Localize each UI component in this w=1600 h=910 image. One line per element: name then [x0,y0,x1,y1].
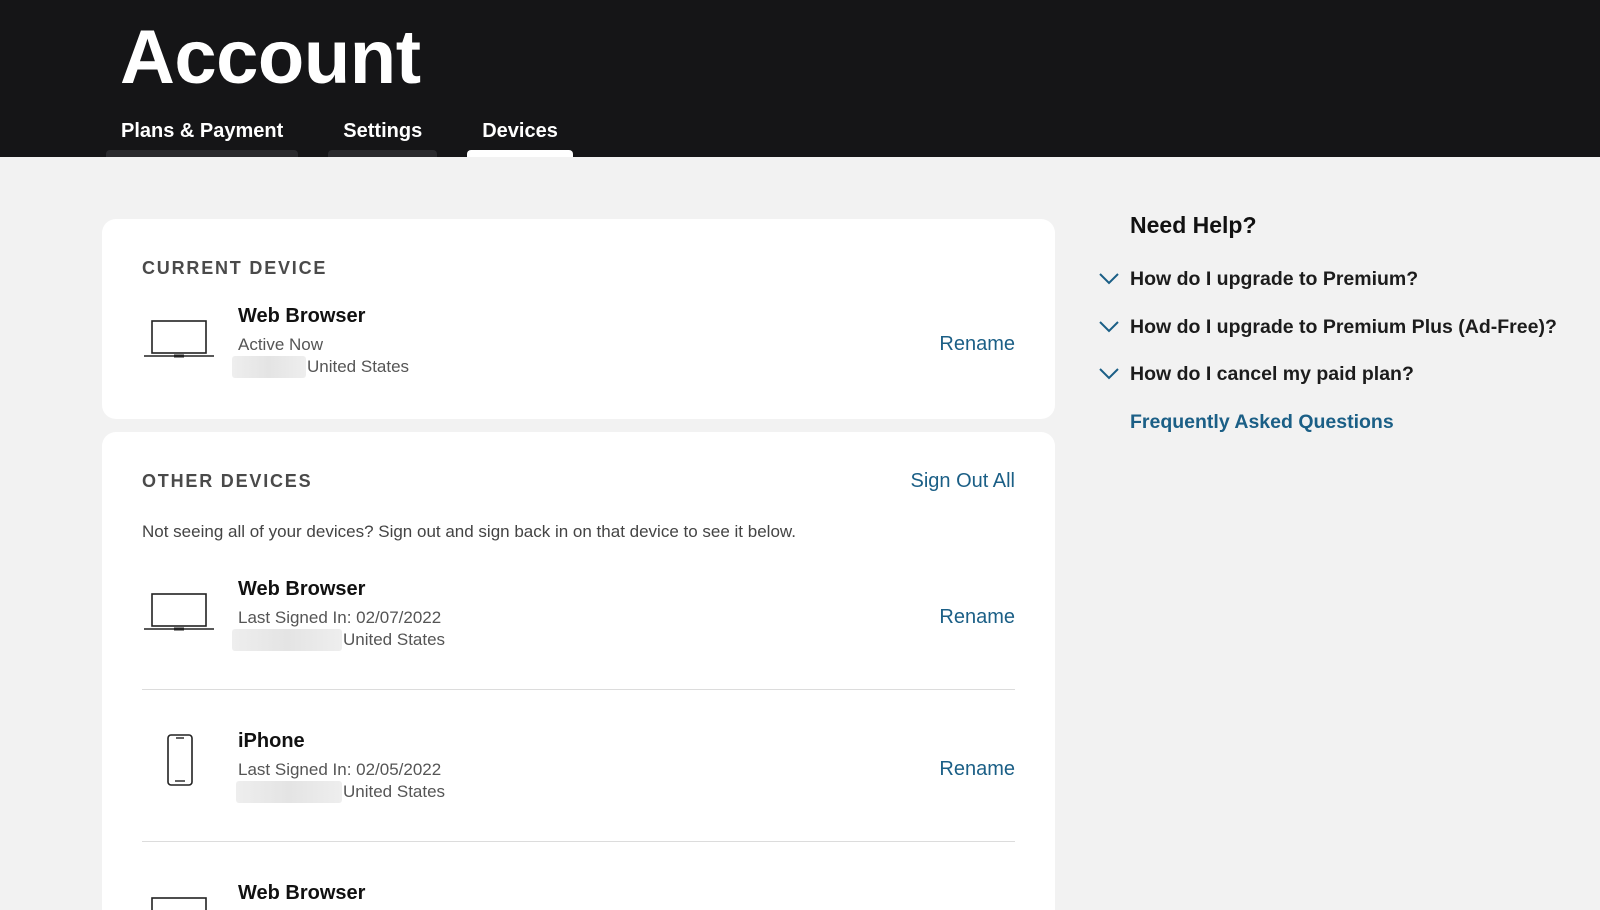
device-status: Active Now [238,335,324,354]
current-device-heading: CURRENT DEVICE [142,258,328,278]
page-title: Account [120,15,421,100]
redacted-location-detail [232,356,306,378]
current-device-card: CURRENT DEVICE Web Browser Active Now Un… [102,219,1055,419]
device-location: United States [343,630,446,649]
current-device-row: Web Browser Active Now United States Ren… [142,305,1015,415]
chevron-down-icon [1099,321,1119,333]
chevron-down-icon [1099,273,1119,285]
redacted-location-detail [232,629,342,651]
other-devices-card: OTHER DEVICES Sign Out All Not seeing al… [102,432,1055,910]
device-name: Web Browser [238,578,366,600]
divider [142,841,1015,842]
tab-indicator [328,150,438,157]
device-row: Web Browser [142,882,1015,910]
device-status: Last Signed In: 02/05/2022 [238,760,442,779]
device-location: United States [343,782,446,801]
redacted-location-detail [236,781,342,803]
help-title: Need Help? [1130,212,1257,238]
device-row: iPhone Last Signed In: 02/05/2022 United… [142,730,1015,840]
tab-settings[interactable]: Settings [328,112,438,157]
faq-label: How do I cancel my paid plan? [1130,363,1414,385]
device-name: Web Browser [238,305,366,327]
tab-label: Devices [482,120,558,142]
account-header: Account Plans & Payment Settings Devices [0,0,1600,157]
tab-devices[interactable]: Devices [467,112,573,157]
device-name: Web Browser [238,882,366,904]
rename-button[interactable]: Rename [939,606,1015,629]
chevron-down-icon [1099,368,1119,380]
laptop-icon [144,593,214,631]
device-row: Web Browser Last Signed In: 02/07/2022 U… [142,578,1015,688]
tab-plans-payment[interactable]: Plans & Payment [106,112,299,157]
laptop-icon [144,320,214,358]
faq-link[interactable]: Frequently Asked Questions [1130,411,1394,434]
rename-button[interactable]: Rename [939,758,1015,781]
faq-label: How do I upgrade to Premium Plus (Ad-Fre… [1130,316,1557,338]
tab-indicator-active [467,150,573,157]
sign-out-all-button[interactable]: Sign Out All [910,470,1015,493]
faq-label: How do I upgrade to Premium? [1130,268,1419,290]
rename-button[interactable]: Rename [939,333,1015,356]
tab-label: Plans & Payment [121,120,284,142]
device-location: United States [307,357,410,376]
tab-label: Settings [343,120,423,142]
device-status: Last Signed In: 02/07/2022 [238,608,442,627]
phone-icon [167,734,193,786]
tab-indicator [106,150,299,157]
other-devices-heading: OTHER DEVICES [142,471,313,491]
device-name: iPhone [238,730,305,752]
laptop-icon [151,897,207,910]
account-tabs: Plans & Payment Settings Devices [106,112,573,157]
devices-note: Not seeing all of your devices? Sign out… [142,522,796,541]
divider [142,689,1015,690]
